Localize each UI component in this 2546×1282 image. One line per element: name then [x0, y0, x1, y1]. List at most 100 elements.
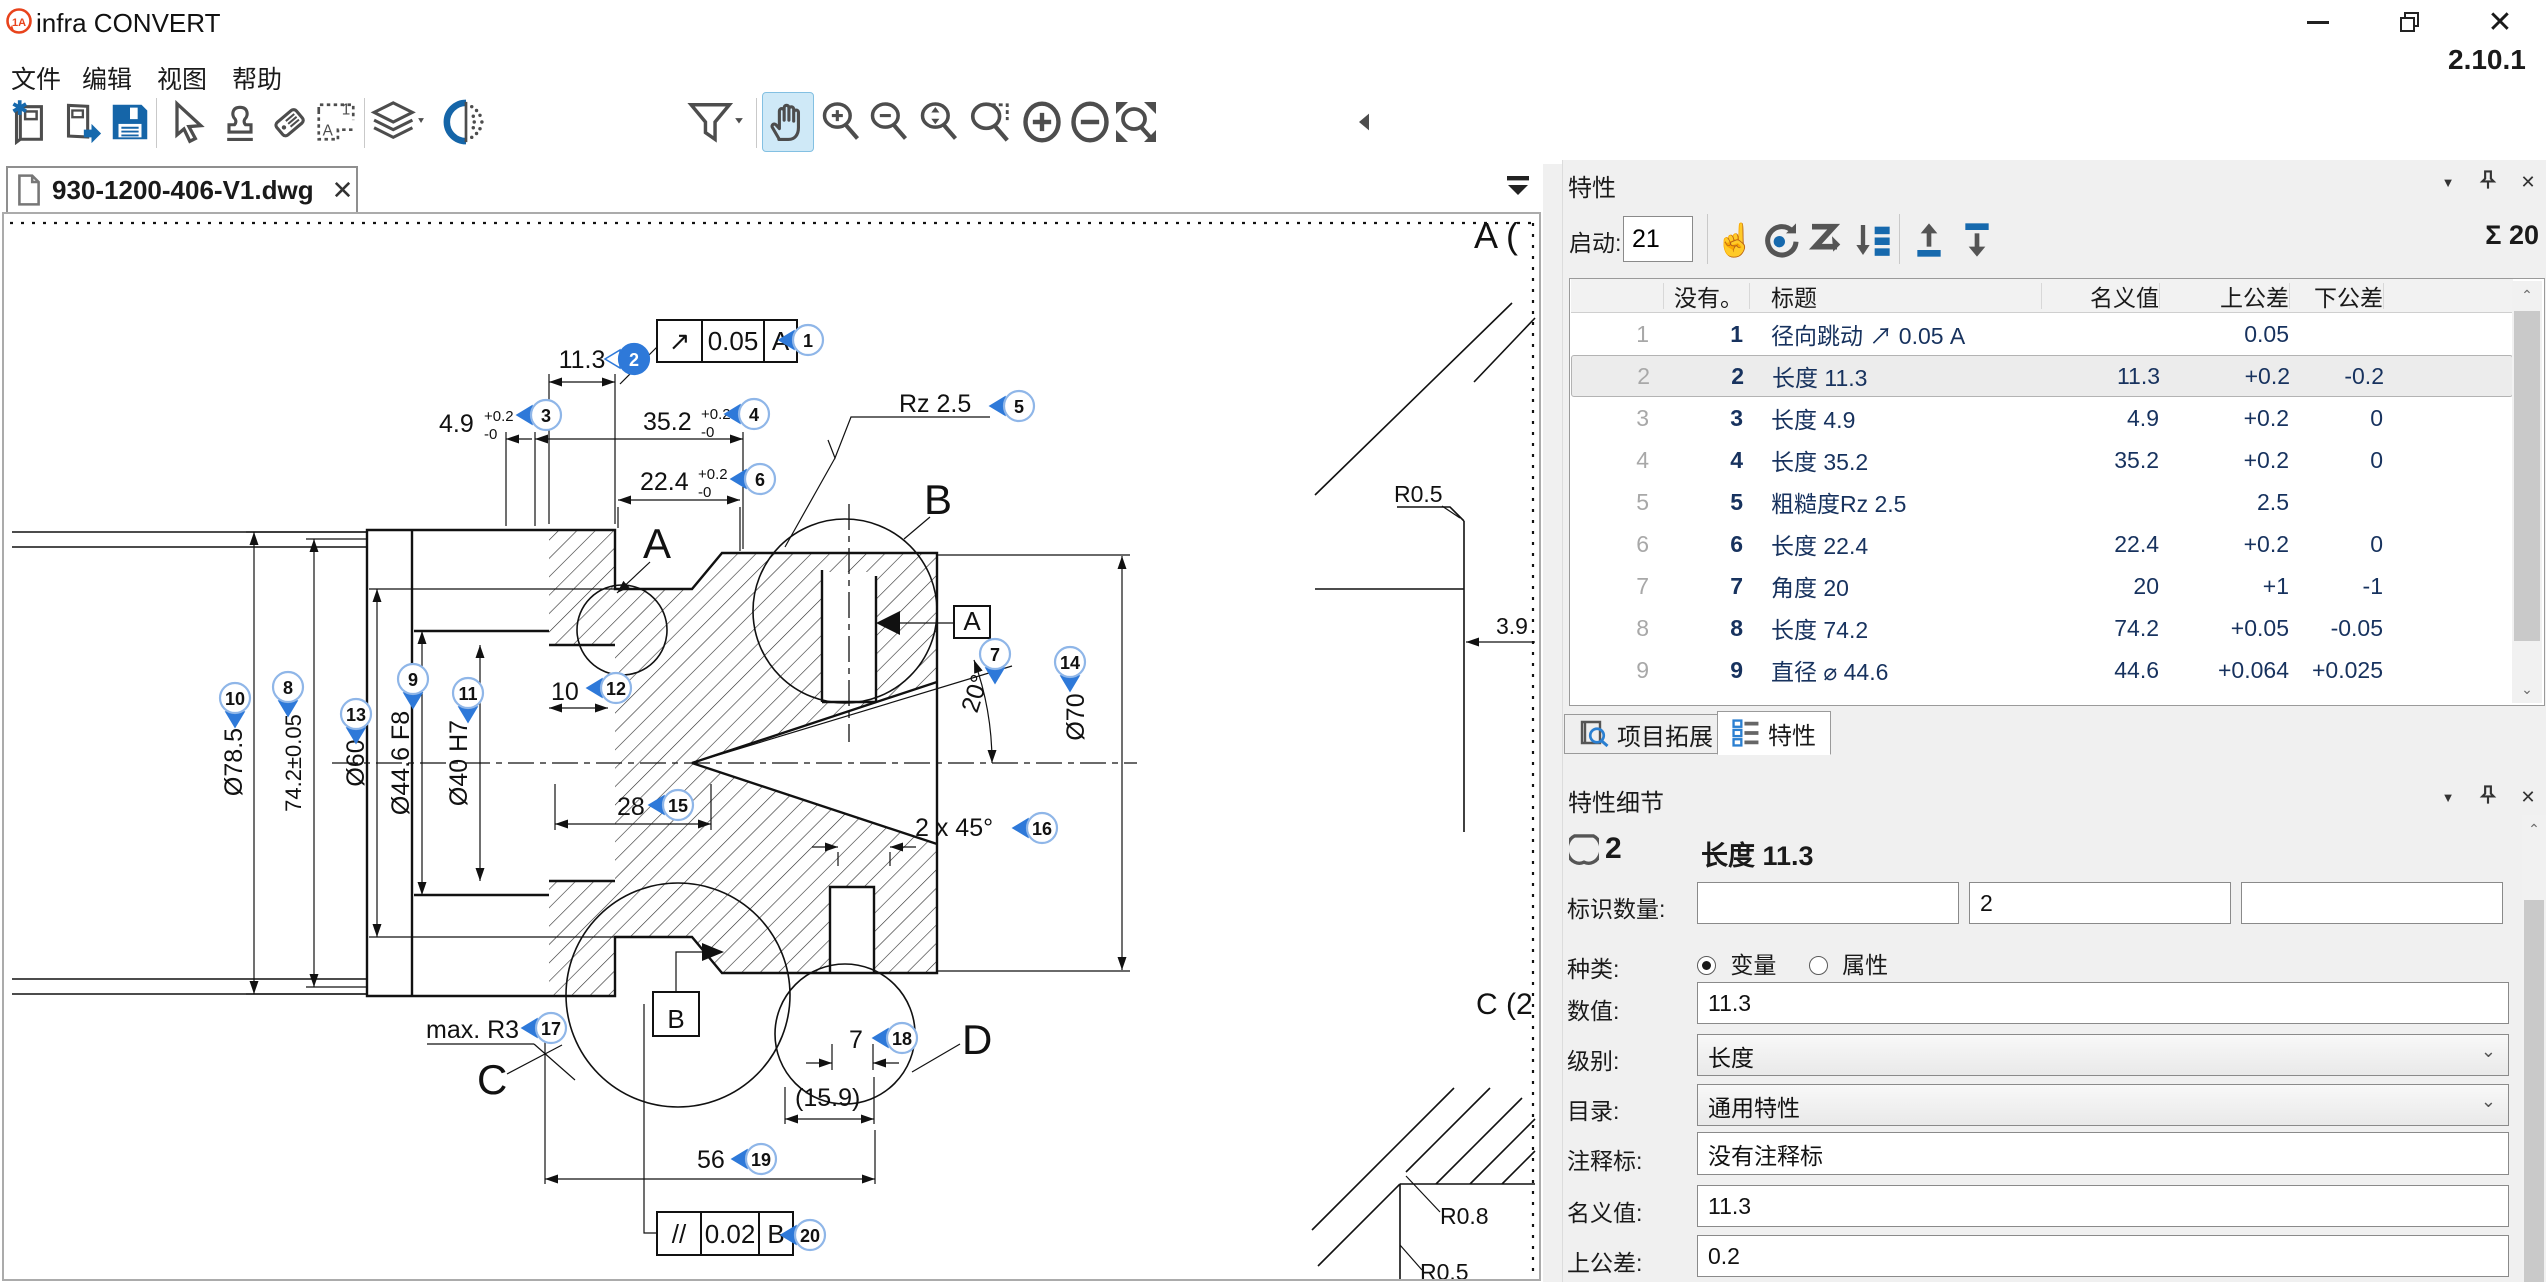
- balloon-2[interactable]: 2: [605, 344, 649, 374]
- tab-characteristics[interactable]: 特性: [1717, 711, 1831, 755]
- class-select[interactable]: 长度 ⌄: [1697, 1034, 2509, 1076]
- save-button[interactable]: [104, 92, 156, 152]
- zoom-fit-button[interactable]: [1110, 92, 1162, 152]
- table-row-7[interactable]: 77 角度 2020 +1-1: [1571, 565, 2513, 607]
- svg-text:-0: -0: [698, 484, 711, 501]
- value-input[interactable]: [1697, 982, 2509, 1024]
- tag-icon: [267, 100, 311, 144]
- zoom-window-tool-button[interactable]: [964, 92, 1016, 152]
- note-input[interactable]: [1697, 1132, 2509, 1175]
- panel-close-icon[interactable]: ✕: [2517, 172, 2539, 193]
- balloon-14[interactable]: 14: [1055, 647, 1085, 691]
- identify-input-3[interactable]: [2241, 882, 2503, 924]
- dim-label: R0.8: [1440, 1203, 1489, 1229]
- upper-tolerance-input[interactable]: [1697, 1235, 2509, 1277]
- scroll-up-icon[interactable]: ⌃: [2522, 815, 2546, 843]
- table-row-4[interactable]: 44 长度 35.235.2 +0.20: [1571, 439, 2513, 481]
- characteristics-list-icon: [1732, 719, 1760, 747]
- table-row-3[interactable]: 33 长度 4.94.9 +0.20: [1571, 397, 2513, 439]
- svg-text:4: 4: [749, 405, 759, 425]
- zoom-height-tool-button[interactable]: [913, 92, 965, 152]
- panel-close-icon[interactable]: ✕: [2517, 787, 2539, 808]
- area-stamp-button[interactable]: A 1: [310, 92, 362, 152]
- zoom-in-tool-button[interactable]: [815, 92, 867, 152]
- balloon-6[interactable]: 6: [731, 464, 775, 494]
- balloon-4[interactable]: 4: [725, 399, 769, 429]
- radio-variable-label: 变量: [1730, 952, 1776, 978]
- filter-button[interactable]: [684, 92, 748, 152]
- table-row-8[interactable]: 88 长度 74.274.2 +0.05-0.05: [1571, 607, 2513, 649]
- zoom-in-icon: [819, 100, 863, 144]
- restore-button[interactable]: [2388, 6, 2432, 38]
- table-row-6[interactable]: 66 长度 22.422.4 +0.20: [1571, 523, 2513, 565]
- balloon-18[interactable]: 18: [873, 1023, 917, 1053]
- renumber-icon[interactable]: [1759, 218, 1803, 262]
- document-tab-close-icon[interactable]: ✕: [332, 175, 354, 206]
- mirror-button[interactable]: [440, 92, 492, 152]
- zoom-out-tool-button[interactable]: [863, 92, 915, 152]
- balloon-7[interactable]: 7: [980, 639, 1010, 683]
- pick-characteristic-icon[interactable]: ☝: [1713, 218, 1757, 262]
- export-document-button[interactable]: [54, 92, 106, 152]
- nominal-input[interactable]: [1697, 1185, 2509, 1227]
- svg-text:10: 10: [225, 689, 245, 709]
- identify-input-2[interactable]: [1969, 882, 2231, 924]
- balloon-10[interactable]: 10: [220, 683, 250, 727]
- table-row-2[interactable]: 22 长度 11.311.3 +0.2-0.2: [1571, 355, 2513, 397]
- balloon-5[interactable]: 5: [990, 391, 1034, 421]
- panel-splitter[interactable]: [1543, 164, 1562, 1282]
- balloon-16[interactable]: 16: [1013, 813, 1057, 843]
- sort-sequence-icon[interactable]: [1805, 218, 1849, 262]
- table-row-1[interactable]: 11 径向跳动 ↗ 0.05 A 0.05: [1571, 313, 2513, 355]
- document-tab[interactable]: 930-1200-406-V1.dwg ✕: [6, 166, 358, 212]
- close-button[interactable]: ✕: [2478, 6, 2522, 38]
- table-row-9[interactable]: 99 直径 ⌀ 44.644.6 +0.064+0.025: [1571, 649, 2513, 691]
- pan-tool-button[interactable]: [762, 92, 814, 152]
- catalog-select[interactable]: 通用特性 ⌄: [1697, 1084, 2509, 1126]
- minimize-button[interactable]: [2296, 6, 2340, 38]
- tag-tool-button[interactable]: [263, 92, 315, 152]
- balloon-3[interactable]: 3: [517, 400, 561, 430]
- balloon-19[interactable]: 19: [732, 1144, 776, 1174]
- svg-text:-0: -0: [701, 424, 714, 441]
- pin-icon[interactable]: [2477, 170, 2499, 195]
- properties-panel-title: 特性: [1568, 168, 1616, 203]
- note-label: 注释标:: [1567, 1142, 1642, 1176]
- layers-button[interactable]: [368, 92, 430, 152]
- radio-variable[interactable]: [1697, 956, 1716, 975]
- sort-list-icon[interactable]: [1851, 218, 1895, 262]
- balloon-17[interactable]: 17: [522, 1013, 566, 1043]
- tab-project-expansion[interactable]: 项目拓展: [1564, 714, 1728, 754]
- zoom-minus-button[interactable]: [1064, 92, 1116, 152]
- zoom-plus-button[interactable]: [1016, 92, 1068, 152]
- panel-menu-icon[interactable]: ▼: [2437, 790, 2459, 805]
- svg-text:↗: ↗: [669, 326, 691, 356]
- scroll-up-icon[interactable]: ⌃: [2512, 281, 2542, 309]
- details-scrollbar[interactable]: ⌃: [2522, 815, 2546, 1282]
- balloon-9[interactable]: 9: [398, 664, 428, 708]
- pin-icon[interactable]: [2477, 785, 2499, 810]
- table-scrollbar[interactable]: ⌃ ⌄: [2512, 281, 2542, 703]
- select-tool-button[interactable]: [162, 92, 214, 152]
- svg-text:5: 5: [1014, 397, 1024, 417]
- toolbar-collapse-button[interactable]: [1352, 92, 1376, 152]
- drawing-canvas[interactable]: ↗0.05A//0.02BAB11.34.9+0.2-035.2+0.2-022…: [2, 212, 1541, 1281]
- svg-text:7: 7: [990, 645, 1000, 665]
- svg-text:8: 8: [283, 678, 293, 698]
- tab-list-button[interactable]: [1505, 174, 1535, 200]
- identify-input-1[interactable]: [1697, 882, 1959, 924]
- balloon-8[interactable]: 8: [273, 672, 303, 716]
- svg-text:B: B: [667, 1004, 684, 1034]
- start-number-input[interactable]: [1623, 216, 1693, 262]
- balloon-11[interactable]: 11: [453, 678, 483, 722]
- export-icon[interactable]: [1955, 218, 1999, 262]
- new-test-plan-button[interactable]: ✱: [2, 92, 54, 152]
- scroll-down-icon[interactable]: ⌄: [2512, 675, 2542, 703]
- panel-menu-icon[interactable]: ▼: [2437, 175, 2459, 190]
- radio-attribute[interactable]: [1809, 956, 1828, 975]
- svg-text:11: 11: [458, 684, 477, 704]
- stamp-tool-button[interactable]: [214, 92, 266, 152]
- import-icon[interactable]: [1907, 218, 1951, 262]
- svg-text:15: 15: [668, 796, 688, 816]
- table-row-5[interactable]: 55 粗糙度Rz 2.5 2.5: [1571, 481, 2513, 523]
